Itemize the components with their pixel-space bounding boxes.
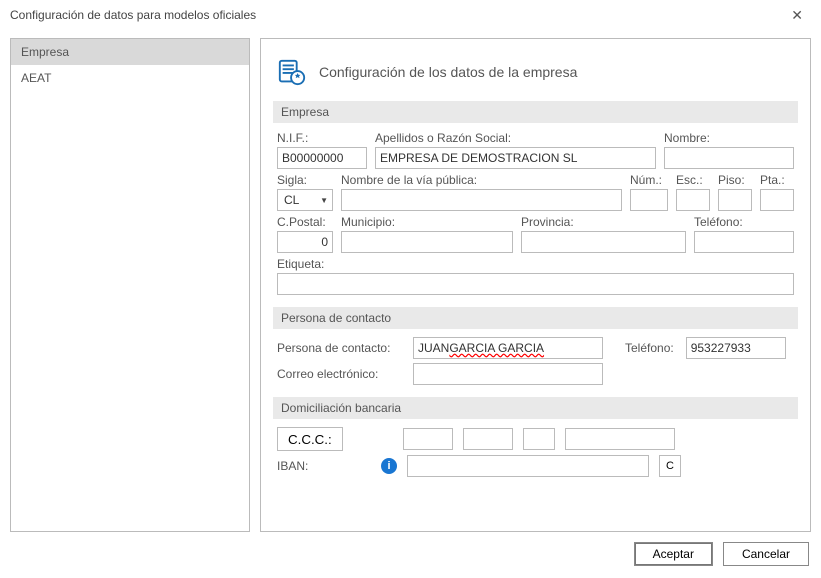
label-esc: Esc.: bbox=[676, 173, 710, 187]
persona-contacto-wavy: GARCIA GARCIA bbox=[449, 341, 544, 355]
esc-field[interactable] bbox=[676, 189, 710, 211]
pta-field[interactable] bbox=[760, 189, 794, 211]
cpostal-field[interactable] bbox=[277, 231, 333, 253]
label-pta: Pta.: bbox=[760, 173, 794, 187]
ccc-button[interactable]: C.C.C.: bbox=[277, 427, 343, 451]
piso-field[interactable] bbox=[718, 189, 752, 211]
sigla-value: CL bbox=[284, 193, 299, 207]
ccc4-field[interactable] bbox=[565, 428, 675, 450]
persona-contacto-pre: JUAN bbox=[418, 341, 449, 355]
label-num: Núm.: bbox=[630, 173, 668, 187]
aceptar-button[interactable]: Aceptar bbox=[634, 542, 713, 566]
iban-calc-button[interactable]: C bbox=[659, 455, 681, 477]
chevron-down-icon: ▼ bbox=[320, 196, 328, 205]
ccc1-field[interactable] bbox=[403, 428, 453, 450]
sidebar-item-label: AEAT bbox=[21, 71, 51, 85]
iban-field[interactable] bbox=[407, 455, 649, 477]
label-apellidos: Apellidos o Razón Social: bbox=[375, 131, 656, 145]
footer: Aceptar Cancelar bbox=[0, 532, 821, 566]
label-iban: IBAN: bbox=[277, 459, 331, 473]
sigla-select[interactable]: CL ▼ bbox=[277, 189, 333, 211]
section-empresa: Empresa bbox=[273, 101, 798, 123]
close-icon[interactable]: ✕ bbox=[783, 3, 811, 28]
label-persona-contacto: Persona de contacto: bbox=[277, 341, 401, 355]
label-via: Nombre de la vía pública: bbox=[341, 173, 622, 187]
section-bancaria: Domiciliación bancaria bbox=[273, 397, 798, 419]
cancelar-button[interactable]: Cancelar bbox=[723, 542, 809, 566]
label-municipio: Municipio: bbox=[341, 215, 513, 229]
correo-field[interactable] bbox=[413, 363, 603, 385]
sidebar-item-empresa[interactable]: Empresa bbox=[11, 39, 249, 65]
aceptar-label: Aceptar bbox=[653, 547, 694, 561]
num-field[interactable] bbox=[630, 189, 668, 211]
label-nif: N.I.F.: bbox=[277, 131, 367, 145]
label-telefono: Teléfono: bbox=[694, 215, 794, 229]
telefono-field[interactable] bbox=[694, 231, 794, 253]
page-title: Configuración de los datos de la empresa bbox=[319, 64, 577, 80]
ccc-button-label: C.C.C.: bbox=[288, 432, 332, 447]
company-settings-icon bbox=[277, 57, 307, 87]
ccc2-field[interactable] bbox=[463, 428, 513, 450]
iban-calc-label: C bbox=[666, 460, 674, 472]
label-correo: Correo electrónico: bbox=[277, 367, 401, 381]
cancelar-label: Cancelar bbox=[742, 547, 790, 561]
label-cpostal: C.Postal: bbox=[277, 215, 333, 229]
telefono-contacto-field[interactable] bbox=[686, 337, 786, 359]
sidebar-item-aeat[interactable]: AEAT bbox=[11, 65, 249, 91]
apellidos-field[interactable] bbox=[375, 147, 656, 169]
label-telefono-contacto: Teléfono: bbox=[625, 341, 674, 355]
persona-contacto-field[interactable]: JUAN GARCIA GARCIA bbox=[413, 337, 603, 359]
label-etiqueta: Etiqueta: bbox=[277, 257, 794, 271]
info-icon[interactable]: i bbox=[381, 458, 397, 474]
sidebar: Empresa AEAT bbox=[10, 38, 250, 532]
section-contacto: Persona de contacto bbox=[273, 307, 798, 329]
label-nombre: Nombre: bbox=[664, 131, 794, 145]
titlebar: Configuración de datos para modelos ofic… bbox=[0, 0, 821, 30]
etiqueta-field[interactable] bbox=[277, 273, 794, 295]
municipio-field[interactable] bbox=[341, 231, 513, 253]
label-sigla: Sigla: bbox=[277, 173, 333, 187]
label-provincia: Provincia: bbox=[521, 215, 686, 229]
via-field[interactable] bbox=[341, 189, 622, 211]
nif-field[interactable] bbox=[277, 147, 367, 169]
provincia-field[interactable] bbox=[521, 231, 686, 253]
main-panel: Configuración de los datos de la empresa… bbox=[260, 38, 811, 532]
window-title: Configuración de datos para modelos ofic… bbox=[10, 8, 256, 22]
label-piso: Piso: bbox=[718, 173, 752, 187]
sidebar-item-label: Empresa bbox=[21, 45, 69, 59]
nombre-field[interactable] bbox=[664, 147, 794, 169]
ccc3-field[interactable] bbox=[523, 428, 555, 450]
